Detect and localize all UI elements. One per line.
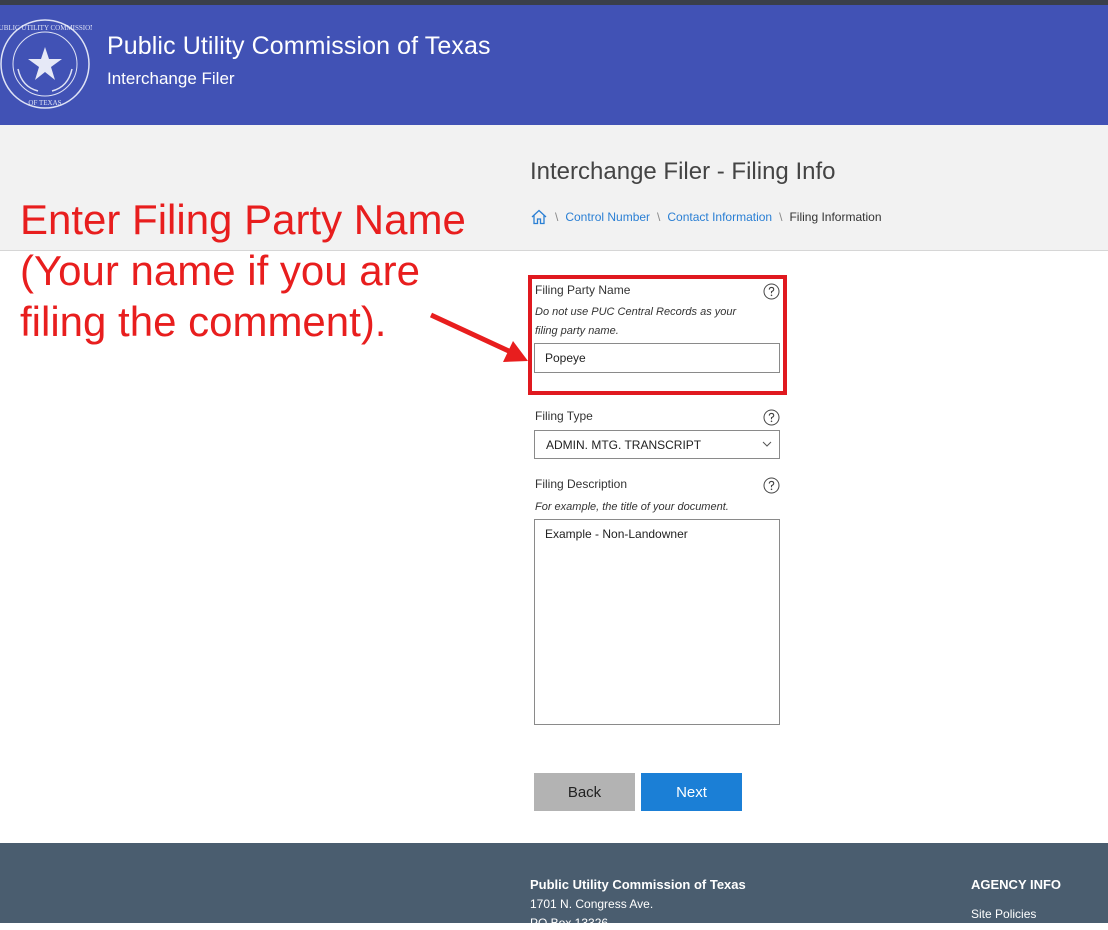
footer-agency-heading: AGENCY INFO [971, 877, 1062, 892]
texas-seal-logo: PUBLIC UTILITY COMMISSION OF TEXAS [0, 19, 92, 109]
hint-line: filing party name. [535, 325, 619, 337]
site-footer: Public Utility Commission of Texas 1701 … [0, 843, 1108, 930]
filing-party-label: Filing Party Name [535, 283, 631, 297]
chevron-down-icon [762, 441, 772, 447]
site-header: PUBLIC UTILITY COMMISSION OF TEXAS Publi… [0, 5, 1108, 125]
filing-description-label: Filing Description [535, 477, 628, 491]
footer-po-box: PO Box 13326 [530, 916, 609, 930]
breadcrumb-separator: \ [779, 210, 783, 224]
filing-type-select[interactable]: ADMIN. MTG. TRANSCRIPT [534, 430, 780, 459]
back-button[interactable]: Back [534, 773, 635, 811]
filing-type-value: ADMIN. MTG. TRANSCRIPT [546, 438, 702, 452]
header-subtitle: Interchange Filer [107, 69, 235, 88]
next-button[interactable]: Next [641, 773, 742, 811]
footer-address: 1701 N. Congress Ave. [530, 897, 654, 911]
page-title: Interchange Filer - Filing Info [530, 158, 836, 185]
help-icon[interactable] [763, 283, 780, 300]
breadcrumb-contact-information[interactable]: Contact Information [667, 210, 772, 224]
seal-bottom-text: OF TEXAS [28, 99, 61, 107]
breadcrumb-control-number[interactable]: Control Number [565, 210, 650, 224]
filing-description-hint: For example, the title of your document. [535, 501, 729, 513]
header-title: Public Utility Commission of Texas [107, 32, 491, 60]
footer-org-name: Public Utility Commission of Texas [530, 877, 746, 892]
help-icon[interactable] [763, 477, 780, 494]
annotation-line: Enter Filing Party Name [20, 196, 466, 243]
filing-type-label: Filing Type [535, 409, 593, 423]
filing-party-name-input[interactable] [534, 343, 780, 373]
home-icon[interactable] [530, 208, 548, 226]
breadcrumb: \ Control Number \ Contact Information \… [530, 208, 882, 226]
seal-top-text: PUBLIC UTILITY COMMISSION [0, 24, 92, 32]
hint-line: Do not use PUC Central Records as your [535, 306, 737, 318]
filing-description-textarea[interactable]: Example - Non-Landowner [534, 519, 780, 725]
filing-party-hint: Do not use PUC Central Records as your f… [535, 303, 736, 341]
annotation-arrow-icon [429, 312, 528, 362]
help-icon[interactable] [763, 409, 780, 426]
footer-site-policies-link[interactable]: Site Policies [971, 907, 1036, 921]
breadcrumb-separator: \ [657, 210, 661, 224]
breadcrumb-separator: \ [555, 210, 559, 224]
breadcrumb-filing-information: Filing Information [789, 210, 882, 224]
annotation-line: (Your name if you are [20, 247, 421, 294]
